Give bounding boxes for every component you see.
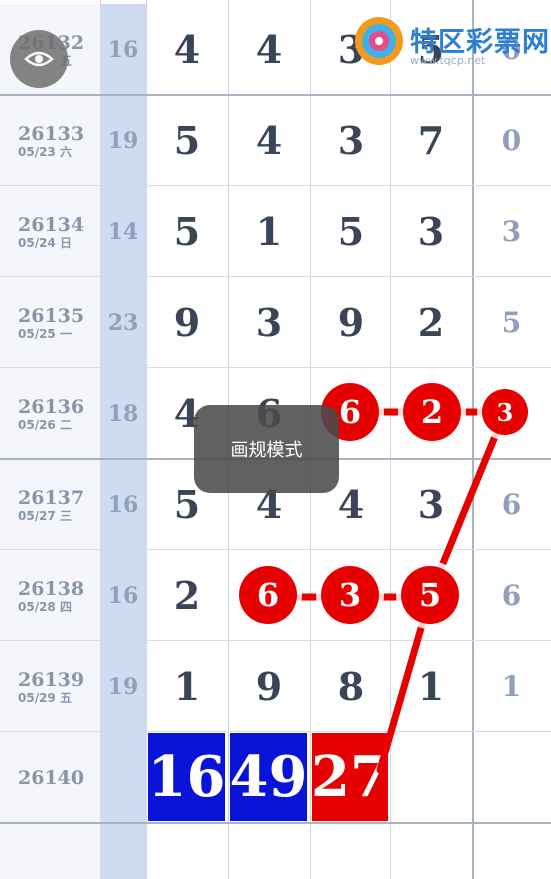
ball-marker: 3 [482, 389, 528, 435]
ball-digit: 5 [418, 576, 442, 614]
mode-toast: 画规模式 [194, 405, 339, 493]
ball-digit: 6 [256, 576, 280, 614]
ball-digit: 3 [496, 397, 514, 427]
ball-marker: 6 [239, 566, 297, 624]
ball-marker: 5 [401, 566, 459, 624]
ball-digit: 3 [338, 576, 362, 614]
ball-marker: 3 [321, 566, 379, 624]
eye-icon [24, 51, 54, 67]
toast-text: 画规模式 [230, 440, 303, 461]
brand-url: www.tqcp.net [410, 54, 486, 67]
ball-digit: 6 [338, 393, 362, 431]
ball-digit: 2 [420, 393, 444, 431]
eye-toggle-button[interactable] [10, 30, 68, 88]
brand-watermark: 特区彩票网 www.tqcp.net [350, 8, 550, 78]
brand-logo-icon [355, 17, 403, 65]
ball-marker: 2 [403, 383, 461, 441]
